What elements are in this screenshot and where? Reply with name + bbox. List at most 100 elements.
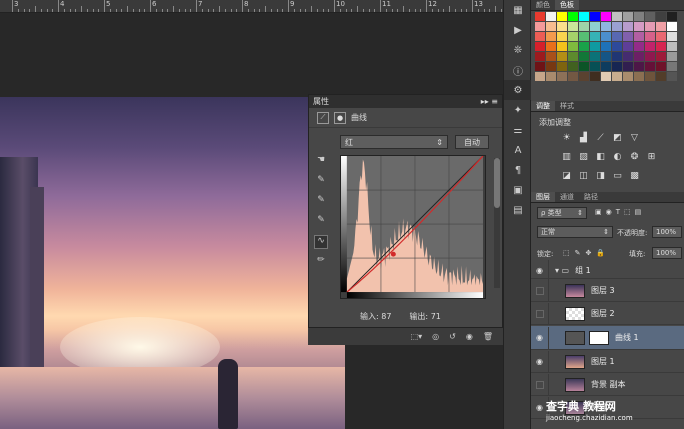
swatch[interactable] <box>612 62 622 71</box>
curves-icon[interactable]: ⟋ <box>595 132 606 143</box>
swatch[interactable] <box>546 42 556 51</box>
paragraph-icon[interactable]: ¶ <box>504 160 532 180</box>
swatch[interactable] <box>590 22 600 31</box>
swatch[interactable] <box>568 52 578 61</box>
swatch[interactable] <box>579 22 589 31</box>
swatch[interactable] <box>667 42 677 51</box>
notes-icon[interactable]: ▤ <box>504 200 532 220</box>
hand-adjust-icon[interactable]: ☚ <box>314 155 328 169</box>
swatch[interactable] <box>535 42 545 51</box>
swatch[interactable] <box>601 52 611 61</box>
swatch[interactable] <box>634 52 644 61</box>
swatch[interactable] <box>634 42 644 51</box>
swatch[interactable] <box>590 72 600 81</box>
swatch[interactable] <box>623 32 633 41</box>
visibility-toggle[interactable]: ◉ <box>531 259 549 282</box>
swatch[interactable] <box>546 22 556 31</box>
swatch[interactable] <box>568 72 578 81</box>
swatch[interactable] <box>557 52 567 61</box>
swatch[interactable] <box>612 52 622 61</box>
swatch[interactable] <box>579 62 589 71</box>
properties-scrollbar[interactable] <box>494 158 500 288</box>
visibility-icon[interactable]: ◉ <box>466 332 473 341</box>
swatch[interactable] <box>590 42 600 51</box>
blend-mode-select[interactable]: 正常 ⇕ <box>537 226 613 238</box>
visibility-toggle[interactable] <box>531 373 549 396</box>
posterize-icon[interactable]: ◫ <box>578 170 589 181</box>
black-eyedropper-icon[interactable]: ✎ <box>314 175 328 189</box>
selective-color-icon[interactable]: ▩ <box>629 170 640 181</box>
swatch[interactable] <box>645 62 655 71</box>
layer-3[interactable]: 图层 3 <box>531 279 684 302</box>
curve-graph[interactable] <box>340 155 486 299</box>
tab-adjustments[interactable]: 调整 <box>531 101 555 111</box>
visibility-toggle[interactable]: ◉ <box>531 326 549 349</box>
swatch[interactable] <box>656 32 666 41</box>
kind-filter-select[interactable]: ρ 类型 ⇕ <box>537 207 587 219</box>
invert-icon[interactable]: ◪ <box>561 170 572 181</box>
swatch[interactable] <box>656 62 666 71</box>
swatch[interactable] <box>667 52 677 61</box>
swatch[interactable] <box>656 22 666 31</box>
white-eyedropper-icon[interactable]: ✎ <box>314 215 328 229</box>
swatch[interactable] <box>612 12 622 21</box>
swatch[interactable] <box>535 12 545 21</box>
swatch[interactable] <box>590 52 600 61</box>
actions-icon[interactable]: ▶ <box>504 20 532 40</box>
visibility-toggle[interactable] <box>531 302 549 325</box>
properties-icon[interactable]: ⚙ <box>504 80 532 100</box>
swatch[interactable] <box>557 22 567 31</box>
swatch[interactable] <box>568 12 578 21</box>
bw-icon[interactable]: ◐ <box>612 151 623 162</box>
swatch[interactable] <box>612 72 622 81</box>
swatch[interactable] <box>623 72 633 81</box>
swatch[interactable] <box>557 32 567 41</box>
swatch[interactable] <box>645 52 655 61</box>
swatch[interactable] <box>546 62 556 71</box>
swatch[interactable] <box>612 22 622 31</box>
swatch[interactable] <box>634 22 644 31</box>
swatch[interactable] <box>623 22 633 31</box>
swatch[interactable] <box>623 12 633 21</box>
swatch[interactable] <box>579 72 589 81</box>
threshold-icon[interactable]: ◨ <box>595 170 606 181</box>
swatch[interactable] <box>634 12 644 21</box>
triangle-icon[interactable]: ▽ <box>629 132 640 143</box>
channel-select[interactable]: 红 ⇕ <box>340 135 448 149</box>
swatch[interactable] <box>546 52 556 61</box>
swatch[interactable] <box>667 32 677 41</box>
filter-icons[interactable]: ▣◉T⬚▤ <box>595 208 645 216</box>
swatch[interactable] <box>546 12 556 21</box>
photo-filter-icon[interactable]: ❂ <box>629 151 640 162</box>
mask-thumbnail[interactable] <box>589 330 609 345</box>
swatch[interactable] <box>601 42 611 51</box>
mask-icon[interactable]: ● <box>334 111 346 124</box>
horizontal-ruler[interactable]: 3 4 5 6 7 8 9 10 11 12 13 <box>0 0 503 13</box>
swatch[interactable] <box>601 32 611 41</box>
exposure-icon[interactable]: ◩ <box>612 132 623 143</box>
swatch[interactable] <box>645 72 655 81</box>
swatch[interactable] <box>579 52 589 61</box>
styles-icon[interactable]: ▣ <box>504 180 532 200</box>
swatch[interactable] <box>601 22 611 31</box>
tab-channels[interactable]: 通道 <box>555 192 579 202</box>
swatch[interactable] <box>568 32 578 41</box>
swatch[interactable] <box>601 72 611 81</box>
auto-button[interactable]: 自动 <box>455 135 489 149</box>
swatch[interactable] <box>546 32 556 41</box>
swatch[interactable] <box>656 12 666 21</box>
swatch[interactable] <box>535 32 545 41</box>
swatch[interactable] <box>645 22 655 31</box>
swatch[interactable] <box>579 42 589 51</box>
swatch[interactable] <box>590 32 600 41</box>
tab-styles[interactable]: 样式 <box>555 101 579 111</box>
swatch[interactable] <box>645 12 655 21</box>
swatch[interactable] <box>546 72 556 81</box>
swatch[interactable] <box>656 72 666 81</box>
swatch[interactable] <box>568 42 578 51</box>
history-icon[interactable]: ▦ <box>504 0 532 20</box>
swatch[interactable] <box>579 12 589 21</box>
layer-2[interactable]: 图层 2 <box>531 302 684 325</box>
tab-layers[interactable]: 图层 <box>531 192 555 202</box>
swatch[interactable] <box>656 42 666 51</box>
